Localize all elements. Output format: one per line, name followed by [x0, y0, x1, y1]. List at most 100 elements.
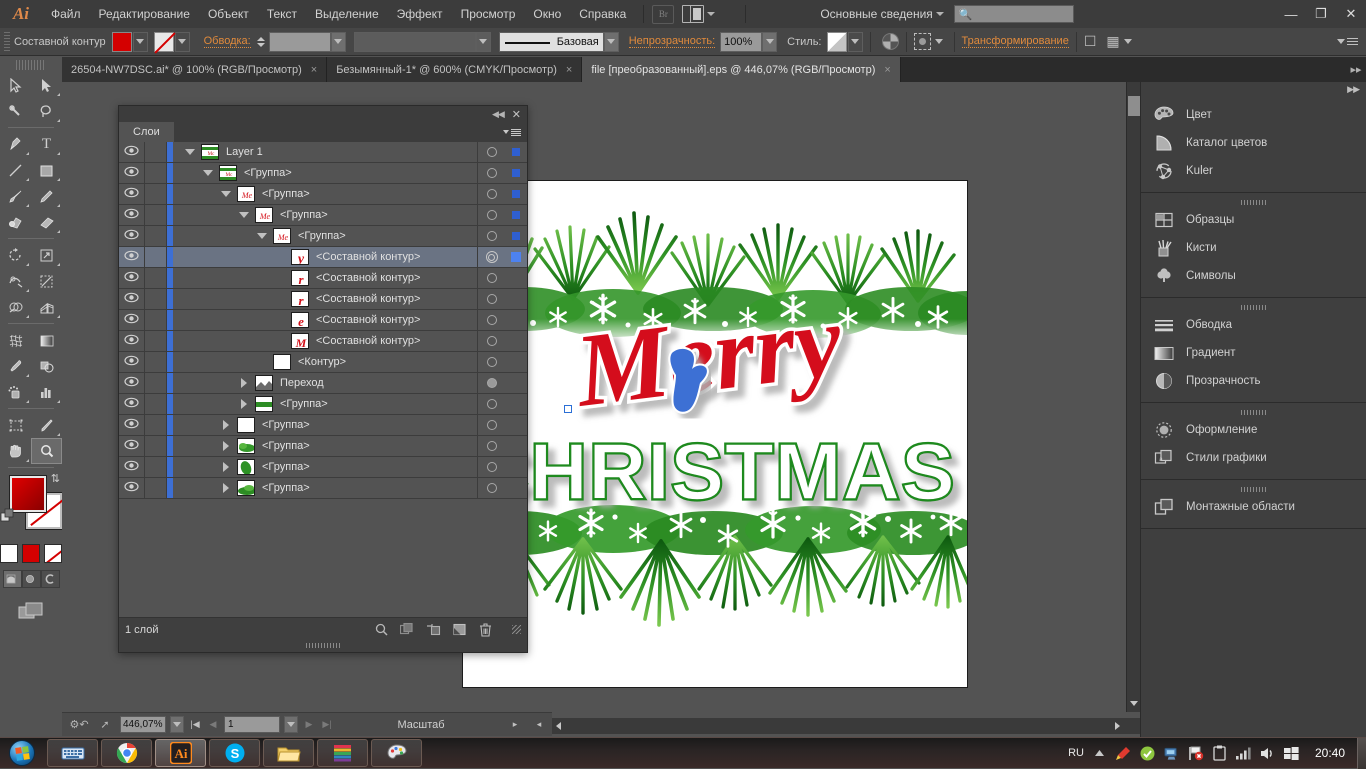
- mesh-tool[interactable]: [0, 327, 31, 353]
- layers-panel-resize-handle[interactable]: [512, 625, 521, 634]
- layer-lock-toggle[interactable]: [145, 331, 167, 351]
- brush-definition[interactable]: Базовая: [499, 32, 604, 52]
- symbol-sprayer-tool[interactable]: [0, 379, 31, 405]
- layer-lock-toggle[interactable]: [145, 142, 167, 162]
- artboard[interactable]: Merry CHRISTMAS CHRISTMAS CHRISTMAS: [462, 180, 968, 688]
- layer-selection-indicator[interactable]: [505, 415, 527, 435]
- selection-tool[interactable]: [0, 72, 31, 98]
- layer-target-indicator[interactable]: [477, 184, 505, 204]
- layer-row[interactable]: Mc<Группа>: [119, 163, 527, 184]
- lasso-tool[interactable]: [31, 98, 62, 124]
- layer-visibility-toggle[interactable]: [119, 478, 145, 498]
- dock-item-стили-графики[interactable]: aСтили графики: [1141, 444, 1366, 472]
- graphic-style-swatch[interactable]: [827, 32, 847, 52]
- layer-lock-toggle[interactable]: [145, 373, 167, 393]
- stroke-weight-stepper[interactable]: [257, 32, 269, 52]
- layers-panel-collapse-icon[interactable]: ◀◀: [492, 109, 504, 120]
- disclosure-triangle-down-icon[interactable]: [215, 191, 237, 197]
- dock-item-градиент[interactable]: Градиент: [1141, 339, 1366, 367]
- isolate-selected-icon[interactable]: ☐: [1084, 33, 1097, 50]
- fullscreen-mode-icon[interactable]: [41, 570, 60, 588]
- show-desktop-button[interactable]: [1357, 738, 1366, 769]
- layer-row[interactable]: <Контур>: [119, 352, 527, 373]
- dock-group-grip[interactable]: [1141, 408, 1366, 416]
- taskbar-clock[interactable]: 20:40: [1307, 746, 1353, 760]
- zoom-tool[interactable]: [31, 438, 62, 464]
- layer-lock-toggle[interactable]: [145, 226, 167, 246]
- layer-selection-indicator[interactable]: [505, 184, 527, 204]
- layer-target-indicator[interactable]: [477, 310, 505, 330]
- dock-item-образцы[interactable]: Образцы: [1141, 206, 1366, 234]
- menu-object[interactable]: Объект: [199, 0, 258, 28]
- menu-help[interactable]: Справка: [570, 0, 635, 28]
- free-transform-tool[interactable]: [31, 268, 62, 294]
- stroke-weight-input[interactable]: [269, 32, 331, 52]
- tab-bar-collapse-icon[interactable]: ▸▸: [1346, 57, 1366, 82]
- tools-panel-grip[interactable]: [16, 60, 46, 70]
- layer-row[interactable]: McLayer 1: [119, 142, 527, 163]
- zoom-level-input[interactable]: 446,07%: [120, 716, 166, 733]
- eyedropper-tool[interactable]: [0, 353, 31, 379]
- signal-bars-icon[interactable]: [1235, 745, 1252, 762]
- control-bar-grip[interactable]: [4, 32, 10, 52]
- layer-selection-indicator[interactable]: [505, 394, 527, 414]
- eraser-tool[interactable]: [31, 209, 62, 235]
- layer-target-indicator[interactable]: [477, 331, 505, 351]
- last-artboard-button[interactable]: ▶|: [320, 716, 334, 733]
- layer-lock-toggle[interactable]: [145, 163, 167, 183]
- layers-panel-close-icon[interactable]: ✕: [512, 108, 521, 121]
- artboard-number-chevron-icon[interactable]: [284, 716, 298, 733]
- document-info-icon[interactable]: ⚙↶: [68, 716, 90, 733]
- layer-row[interactable]: Me<Группа>: [119, 205, 527, 226]
- menu-window[interactable]: Окно: [524, 0, 570, 28]
- stroke-weight-chevron-icon[interactable]: [331, 32, 346, 52]
- layer-visibility-toggle[interactable]: [119, 352, 145, 372]
- select-similar-icon[interactable]: ▦: [1106, 33, 1119, 50]
- network-monitor-icon[interactable]: [1163, 745, 1180, 762]
- layer-row[interactable]: Me<Группа>: [119, 184, 527, 205]
- layer-row[interactable]: <Группа>: [119, 436, 527, 457]
- layer-visibility-toggle[interactable]: [119, 394, 145, 414]
- layer-visibility-toggle[interactable]: [119, 142, 145, 162]
- minimize-button[interactable]: —: [1276, 0, 1306, 28]
- layer-visibility-toggle[interactable]: [119, 457, 145, 477]
- rectangle-tool[interactable]: [31, 157, 62, 183]
- opacity-chevron-icon[interactable]: [762, 32, 777, 52]
- locate-object-icon[interactable]: [375, 623, 388, 636]
- antivirus-shield-icon[interactable]: [1139, 745, 1156, 762]
- layer-lock-toggle[interactable]: [145, 478, 167, 498]
- search-input[interactable]: 🔍: [954, 5, 1074, 23]
- disclosure-triangle-down-icon[interactable]: [233, 212, 255, 218]
- menu-edit[interactable]: Редактирование: [90, 0, 199, 28]
- disclosure-triangle-right-icon[interactable]: [215, 441, 237, 451]
- disclosure-triangle-down-icon[interactable]: [197, 170, 219, 176]
- magic-wand-tool[interactable]: [0, 98, 31, 124]
- menu-type[interactable]: Текст: [258, 0, 306, 28]
- layer-target-indicator[interactable]: [477, 373, 505, 393]
- paintbrush-tool[interactable]: [0, 183, 31, 209]
- layer-selection-indicator[interactable]: [505, 436, 527, 456]
- canvas-horizontal-scrollbar[interactable]: [552, 718, 1140, 734]
- scale-tool[interactable]: [31, 242, 62, 268]
- disclosure-triangle-right-icon[interactable]: [233, 378, 255, 388]
- dock-group-grip[interactable]: [1141, 198, 1366, 206]
- fill-color-box[interactable]: [10, 476, 46, 512]
- dock-group-grip[interactable]: [1141, 485, 1366, 493]
- menu-select[interactable]: Выделение: [306, 0, 388, 28]
- layer-selection-indicator[interactable]: [505, 289, 527, 309]
- layer-selection-indicator[interactable]: [505, 373, 527, 393]
- normal-screen-mode-icon[interactable]: [3, 570, 22, 588]
- hand-tool[interactable]: [0, 438, 31, 464]
- document-tab-close-icon[interactable]: ×: [884, 64, 890, 76]
- workspace-switcher[interactable]: Основные сведения: [820, 7, 932, 21]
- blend-tool[interactable]: [31, 353, 62, 379]
- direct-selection-tool[interactable]: [31, 72, 62, 98]
- share-on-behance-icon[interactable]: ➚: [94, 716, 116, 733]
- perspective-grid-tool[interactable]: [31, 294, 62, 320]
- layer-target-indicator[interactable]: [477, 394, 505, 414]
- taskbar-illustrator-icon[interactable]: Ai: [155, 739, 206, 767]
- layer-target-indicator[interactable]: [477, 268, 505, 288]
- volume-icon[interactable]: [1259, 745, 1276, 762]
- menu-file[interactable]: Файл: [42, 0, 90, 28]
- create-new-sublayer-icon[interactable]: [426, 623, 441, 636]
